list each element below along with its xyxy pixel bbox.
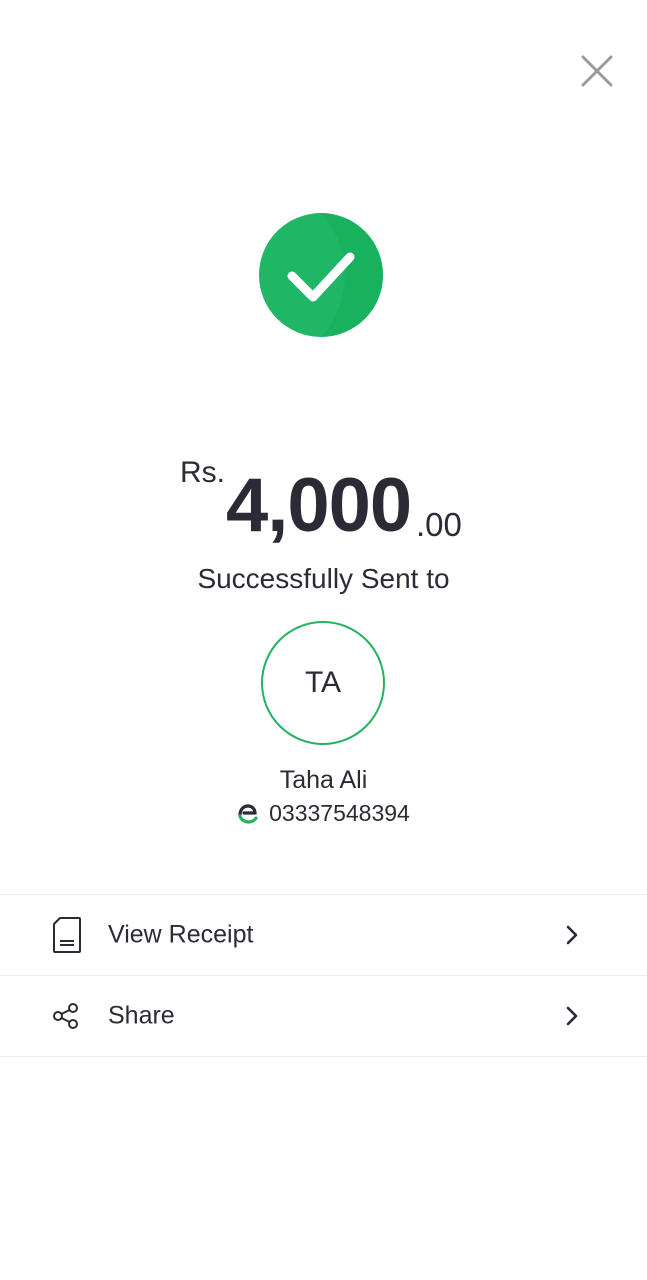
view-receipt-button[interactable]: View Receipt	[0, 895, 647, 976]
avatar-initials: TA	[304, 666, 342, 699]
close-button[interactable]	[578, 52, 616, 90]
amount-display: Rs. 4,000 .00	[0, 450, 647, 560]
recipient-number-row: 03337548394	[0, 800, 647, 827]
share-button[interactable]: Share	[0, 976, 647, 1057]
check-circle-icon	[259, 213, 383, 337]
view-receipt-label: View Receipt	[108, 920, 254, 949]
success-badge	[258, 212, 384, 338]
recipient-number: 03337548394	[269, 800, 410, 826]
chevron-right-icon	[564, 924, 580, 946]
recipient-name: Taha Ali	[279, 766, 368, 794]
receipt-icon	[52, 916, 82, 954]
amount-decimal: .00	[416, 506, 462, 543]
amount-value: 4,000	[226, 463, 412, 548]
currency-label: Rs.	[180, 456, 225, 489]
action-list: View Receipt Share	[0, 894, 647, 1057]
easypaisa-logo-icon	[237, 803, 259, 824]
share-icon	[52, 1003, 80, 1029]
chevron-right-icon	[564, 1005, 580, 1027]
success-message: Successfully Sent to	[197, 563, 450, 594]
avatar: TA	[261, 621, 385, 745]
close-icon	[581, 55, 613, 87]
share-label: Share	[108, 1001, 175, 1030]
